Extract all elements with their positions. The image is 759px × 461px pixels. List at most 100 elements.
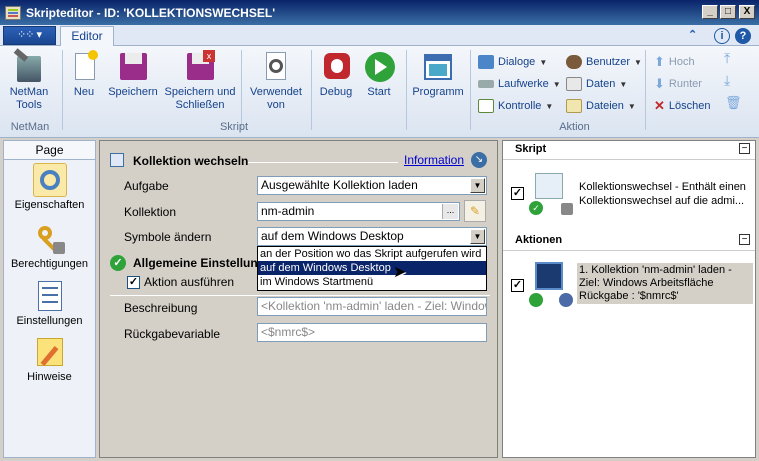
dialoge-button[interactable]: Dialoge ▼ <box>478 52 547 72</box>
hoch-button[interactable]: ⬆ Hoch <box>654 52 695 72</box>
move-bottom-icon[interactable]: ⤓ <box>724 72 730 89</box>
maximize-button[interactable]: □ <box>720 5 736 19</box>
trash-icon[interactable]: 🗑 <box>725 95 742 111</box>
dropdown-option[interactable]: im Windows Startmenü <box>258 275 486 289</box>
group-label-skript: Skript <box>219 121 249 133</box>
nav-item-eigenschaften[interactable]: Eigenschaften <box>4 163 95 211</box>
laufwerke-button[interactable]: Laufwerke ▼ <box>478 74 561 94</box>
symbole-select[interactable]: auf dem Windows Desktop ▼ <box>257 227 487 246</box>
collapse-aktionen-button[interactable]: − <box>739 234 750 245</box>
group-separator <box>241 50 242 130</box>
info-icon[interactable]: i <box>714 28 730 44</box>
save-icon <box>116 50 150 84</box>
group-separator <box>406 50 407 130</box>
kontrolle-button[interactable]: Kontrolle ▼ <box>478 96 553 116</box>
kollektion-field[interactable]: nm-admin ... <box>257 202 460 221</box>
dropdown-option-selected[interactable]: auf dem Windows Desktop <box>258 261 486 275</box>
loeschen-button[interactable]: ✕ Löschen <box>654 96 711 116</box>
benutzer-button[interactable]: Benutzer ▼ <box>566 52 642 72</box>
action-list-item[interactable]: 1. Kollektion 'nm-admin' laden - Ziel: W… <box>577 263 753 304</box>
status-badge-icon <box>529 293 543 307</box>
benutzer-label: Benutzer <box>586 56 631 68</box>
expand-arrow-icon[interactable]: ↘ <box>471 152 487 168</box>
data-table-icon <box>566 77 582 91</box>
action-checkbox[interactable]: ✓ <box>511 279 524 292</box>
nav-item-einstellungen[interactable]: Einstellungen <box>4 279 95 327</box>
nav-label-einstellungen: Einstellungen <box>16 315 83 327</box>
speichern-button[interactable]: Speichern <box>104 50 162 99</box>
chevron-down-icon: ▼ <box>539 57 548 67</box>
runter-button[interactable]: ⬇ Runter <box>654 74 702 94</box>
help-icon[interactable]: ? <box>735 28 751 44</box>
action-return: Rückgabe : '$nmrc$' <box>579 290 679 302</box>
verwendet-von-label: Verwendet von <box>250 86 302 111</box>
dialog-icon <box>478 55 494 69</box>
rueckgabe-label: Rückgabevariable <box>124 327 221 341</box>
rueckgabe-placeholder: <$nmrc$> <box>261 325 316 339</box>
debug-button[interactable]: Debug <box>314 50 358 99</box>
divider <box>110 295 490 296</box>
divider <box>503 159 755 160</box>
dateien-button[interactable]: Dateien ▼ <box>566 96 636 116</box>
netman-tools-button[interactable]: NetMan Tools <box>6 48 52 112</box>
beschreibung-placeholder: <Kollektion 'nm-admin' laden - Ziel: Win… <box>261 299 487 313</box>
daten-label: Daten <box>586 78 616 90</box>
page-navigation: Page Eigenschaften Berechtigungen Einste… <box>3 140 96 458</box>
aktionen-header: Aktionen <box>515 234 563 246</box>
chevron-down-icon: ▼ <box>627 101 636 111</box>
speichern-schliessen-button[interactable]: x Speichern und Schließen <box>160 50 240 112</box>
debug-label: Debug <box>319 86 353 98</box>
beschreibung-input[interactable]: <Kollektion 'nm-admin' laden - Ziel: Win… <box>257 297 487 316</box>
nav-item-berechtigungen[interactable]: Berechtigungen <box>4 222 95 270</box>
app-menu-button[interactable]: ⁘⁘ ▾ <box>3 26 56 45</box>
properties-icon <box>32 163 67 197</box>
kollektion-value: nm-admin <box>261 204 315 218</box>
symbole-dropdown-list: an der Position wo das Skript aufgerufen… <box>257 246 487 291</box>
collapse-skript-button[interactable]: − <box>739 143 750 154</box>
ribbon-tab-bar: ⁘⁘ ▾ Editor ⌃ i ? <box>0 25 759 47</box>
daten-button[interactable]: Daten ▼ <box>566 74 627 94</box>
magnifier-icon <box>259 50 293 84</box>
close-button[interactable]: X <box>739 5 755 19</box>
move-top-icon[interactable]: ⤒ <box>724 50 730 67</box>
hoch-label: Hoch <box>668 56 695 68</box>
neu-button[interactable]: Neu <box>68 50 100 99</box>
skript-checkbox[interactable]: ✓ <box>511 187 524 200</box>
control-icon <box>478 99 494 113</box>
start-button[interactable]: Start <box>360 50 398 99</box>
check-badge-icon: ✓ <box>529 201 543 215</box>
collapse-ribbon-icon[interactable]: ⌃ <box>688 28 697 41</box>
app-menu-arrow: ▾ <box>36 29 43 41</box>
nav-item-hinweise[interactable]: Hinweise <box>4 335 95 383</box>
chevron-down-icon: ▼ <box>552 79 561 89</box>
information-link[interactable]: Information <box>404 153 464 167</box>
chevron-down-icon[interactable]: ▼ <box>470 178 485 193</box>
drive-icon <box>478 80 494 88</box>
arrow-up-icon: ⬆ <box>654 54 665 69</box>
neu-label: Neu <box>73 86 95 98</box>
runter-label: Runter <box>668 78 702 90</box>
script-tree-panel: Skript − ✓ ✓ Kollektionswechsel - Enthäl… <box>502 140 756 458</box>
rueckgabe-input[interactable]: <$nmrc$> <box>257 323 487 342</box>
nav-label-eigenschaften: Eigenschaften <box>14 199 85 211</box>
tools-icon <box>12 48 46 84</box>
key-lock-icon <box>33 222 67 256</box>
group-separator <box>645 50 646 130</box>
skript-description[interactable]: Kollektionswechsel - Enthält einen Kolle… <box>579 180 753 208</box>
laufwerke-label: Laufwerke <box>498 78 549 90</box>
speichern-schliessen-label: Speichern und Schließen <box>164 86 236 111</box>
dropdown-option[interactable]: an der Position wo das Skript aufgerufen… <box>258 247 486 261</box>
browse-button[interactable]: ... <box>442 204 458 219</box>
aufgabe-select[interactable]: Ausgewählte Kollektion laden ▼ <box>257 176 487 195</box>
aktion-ausfuehren-checkbox[interactable]: ✓ <box>127 276 140 289</box>
collection-icon <box>110 153 124 167</box>
beschreibung-label: Beschreibung <box>124 301 198 315</box>
minimize-button[interactable]: _ <box>702 5 718 19</box>
skript-header: Skript <box>515 143 547 155</box>
programm-button[interactable]: Programm <box>410 50 466 99</box>
tab-editor[interactable]: Editor <box>60 26 114 47</box>
edit-pencil-icon[interactable]: ✎ <box>464 200 486 222</box>
verwendet-von-button[interactable]: Verwendet von <box>244 50 308 112</box>
speichern-label: Speichern <box>108 86 158 98</box>
chevron-down-icon[interactable]: ▼ <box>470 229 485 244</box>
